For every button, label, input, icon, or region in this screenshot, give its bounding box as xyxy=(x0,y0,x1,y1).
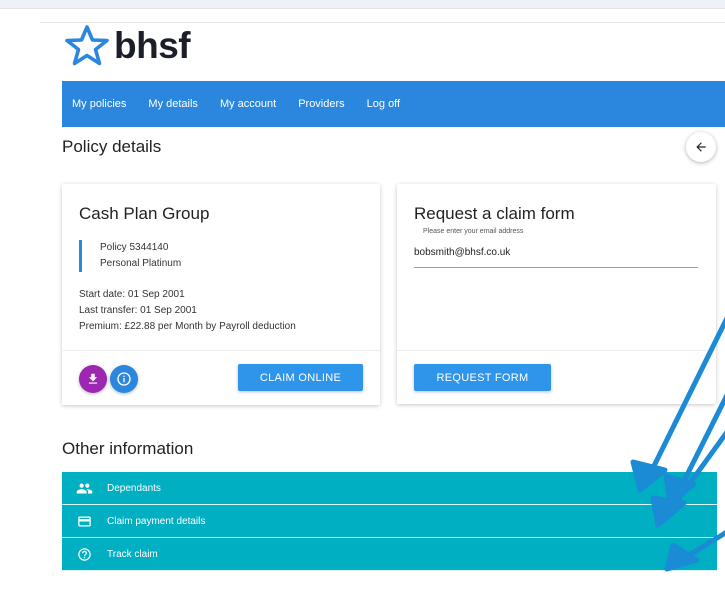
main-navigation: My policies My details My account Provid… xyxy=(62,81,725,127)
email-field-label: Please enter your email address xyxy=(423,228,524,235)
other-information-list: Dependants Claim payment details Track c… xyxy=(62,472,717,571)
claim-form-title: Request a claim form xyxy=(414,204,575,223)
card-divider xyxy=(62,350,380,351)
email-field[interactable]: bobsmith@bhsf.co.uk xyxy=(414,247,510,258)
last-transfer: Last transfer: 01 Sep 2001 xyxy=(79,305,197,316)
info-button[interactable] xyxy=(110,365,138,393)
start-date: Start date: 01 Sep 2001 xyxy=(79,289,185,300)
nav-my-account[interactable]: My account xyxy=(220,98,276,110)
accordion-label: Track claim xyxy=(107,548,158,560)
header-divider xyxy=(40,22,725,23)
accordion-claim-payment-details[interactable]: Claim payment details xyxy=(62,505,717,538)
accordion-label: Dependants xyxy=(107,482,161,494)
policy-card: Cash Plan Group Policy 5344140 Personal … xyxy=(62,184,380,405)
premium: Premium: £22.88 per Month by Payroll ded… xyxy=(79,321,296,332)
download-icon xyxy=(88,373,98,384)
policy-number: Policy 5344140 xyxy=(100,242,169,253)
claim-online-button[interactable]: CLAIM ONLINE xyxy=(238,364,363,391)
nav-log-off[interactable]: Log off xyxy=(367,98,400,110)
card-divider xyxy=(397,350,716,351)
credit-card-icon xyxy=(76,513,93,530)
policy-info: Start date: 01 Sep 2001 Last transfer: 0… xyxy=(79,287,296,335)
browser-top-strip xyxy=(0,0,725,9)
brand-name: bhsf xyxy=(114,25,191,66)
page-title: Policy details xyxy=(62,137,162,156)
other-information-title: Other information xyxy=(62,439,194,458)
email-field-underline xyxy=(414,267,698,268)
annotation-arrow xyxy=(680,393,725,486)
bhsf-logo[interactable]: bhsf xyxy=(62,24,191,66)
download-button[interactable] xyxy=(79,365,107,393)
arrow-left-icon xyxy=(696,142,706,152)
info-icon xyxy=(117,372,131,386)
back-button[interactable] xyxy=(686,132,716,162)
request-form-button[interactable]: REQUEST FORM xyxy=(414,364,551,391)
nav-my-details[interactable]: My details xyxy=(148,98,198,110)
claim-form-card: Request a claim form Please enter your e… xyxy=(397,184,716,404)
nav-my-policies[interactable]: My policies xyxy=(72,98,126,110)
help-circle-icon xyxy=(76,546,93,563)
policy-summary: Policy 5344140 Personal Platinum xyxy=(79,240,181,272)
policy-card-title: Cash Plan Group xyxy=(79,204,210,223)
accordion-track-claim[interactable]: Track claim xyxy=(62,538,717,571)
policy-plan: Personal Platinum xyxy=(100,258,182,269)
accordion-dependants[interactable]: Dependants xyxy=(62,472,717,505)
accordion-label: Claim payment details xyxy=(107,515,206,527)
nav-providers[interactable]: Providers xyxy=(298,98,344,110)
star-logo-icon xyxy=(65,25,109,66)
people-icon xyxy=(76,480,93,497)
